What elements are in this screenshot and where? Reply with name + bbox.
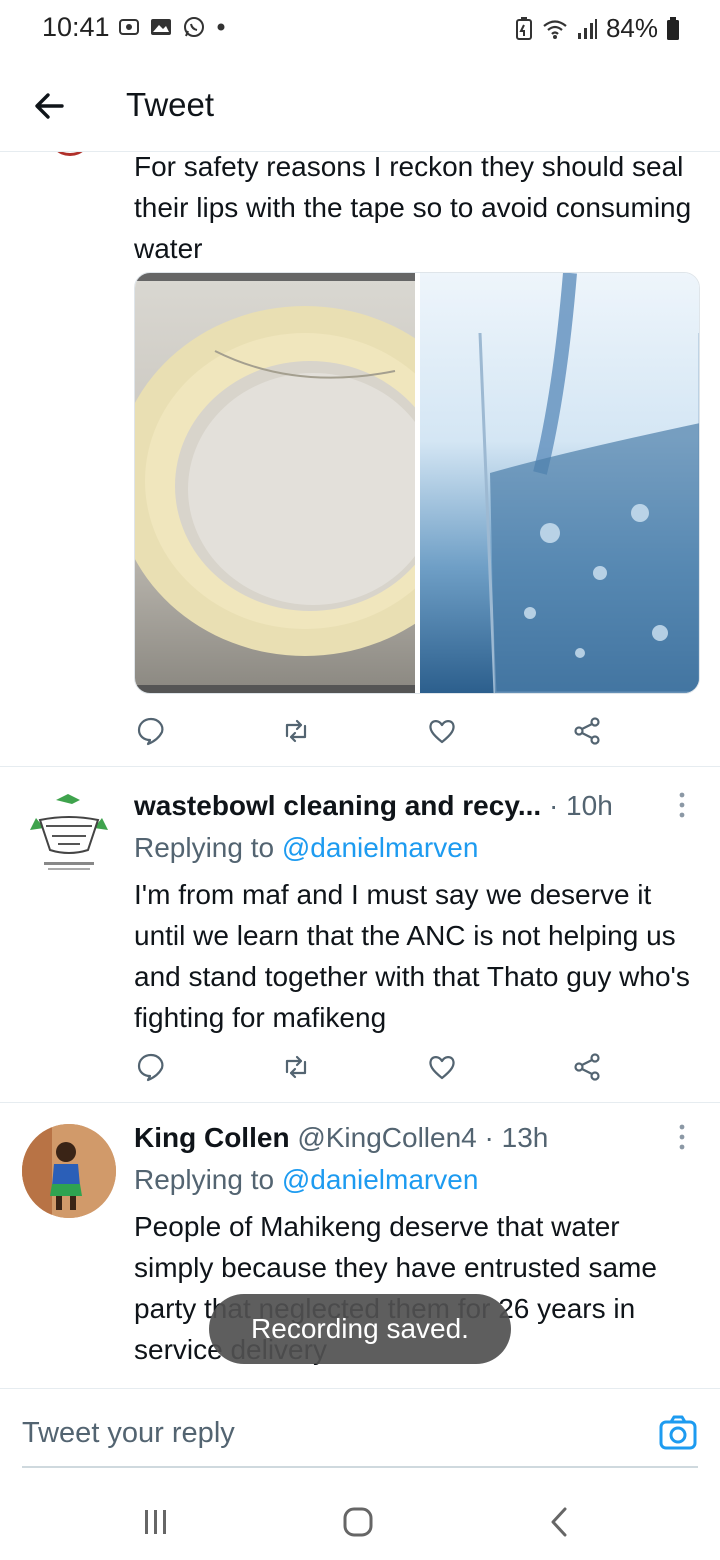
divider: [0, 766, 720, 767]
tape-image[interactable]: [135, 273, 415, 693]
battery-saver-icon: [515, 16, 532, 40]
page-title: Tweet: [126, 86, 215, 123]
reply-button[interactable]: [134, 1050, 168, 1084]
reply-button[interactable]: [134, 714, 168, 748]
like-button[interactable]: [425, 714, 459, 748]
more-options-icon[interactable]: [672, 1122, 692, 1156]
author-meta: · 10h: [548, 790, 613, 821]
divider: [0, 1102, 720, 1103]
share-icon: [574, 717, 600, 745]
heart-icon: [429, 720, 455, 744]
reply-input[interactable]: Tweet your reply: [22, 1417, 235, 1450]
reply-text: I'm from maf and I must say we deserve i…: [134, 879, 690, 1033]
mention-link[interactable]: @danielmarven: [282, 832, 479, 863]
retweet-icon: [286, 719, 307, 743]
home-icon[interactable]: [338, 1502, 378, 1542]
status-time: 10:41: [42, 12, 110, 42]
retweet-button[interactable]: [279, 714, 313, 748]
camera-icon[interactable]: [658, 1413, 698, 1453]
back-nav-icon[interactable]: [540, 1502, 580, 1542]
status-bar: 10:41 84%: [0, 0, 720, 56]
top-app-bar: Tweet: [0, 56, 720, 152]
reply-actions: [134, 1050, 604, 1090]
mention-link[interactable]: @danielmarven: [282, 1164, 479, 1195]
toast: Recording saved.: [209, 1294, 511, 1364]
system-nav-bar: [0, 1478, 720, 1560]
avatar[interactable]: [22, 1124, 116, 1218]
comment-icon: [137, 1053, 164, 1082]
reply-composer: Tweet your reply: [0, 1388, 720, 1478]
composer-underline: [22, 1466, 698, 1468]
replying-label: Replying to: [134, 1164, 282, 1195]
tweet-media[interactable]: [134, 272, 700, 694]
dot-icon: [217, 23, 225, 31]
reply-header: King Collen @KingCollen4 · 13h: [134, 1122, 674, 1154]
retweet-button[interactable]: [279, 1050, 313, 1084]
like-button[interactable]: [425, 1050, 459, 1084]
recent-apps-icon[interactable]: [136, 1502, 176, 1542]
author-avatar[interactable]: [48, 152, 92, 156]
author-meta: @KingCollen4 · 13h: [289, 1122, 549, 1153]
comment-icon: [137, 717, 164, 746]
wifi-icon: [543, 19, 567, 39]
battery-percent: 84%: [605, 13, 658, 43]
notification-icons: [118, 15, 226, 39]
water-glass-image[interactable]: [420, 273, 699, 693]
main-tweet-text: For safety reasons I reckon they should …: [134, 152, 692, 264]
main-tweet-actions: [134, 714, 604, 754]
tweet-thread[interactable]: For safety reasons I reckon they should …: [0, 152, 720, 1388]
battery-icon: [667, 16, 679, 40]
replying-to: Replying to @danielmarven: [134, 1164, 478, 1196]
share-icon: [574, 1053, 600, 1081]
share-button[interactable]: [570, 1050, 604, 1084]
back-arrow-icon[interactable]: [28, 84, 72, 128]
replying-label: Replying to: [134, 832, 282, 863]
heart-icon: [429, 1056, 455, 1080]
reply-header: wastebowl cleaning and recy... · 10h: [134, 790, 674, 822]
more-options-icon[interactable]: [672, 790, 692, 824]
author-name[interactable]: King Collen: [134, 1122, 290, 1153]
replying-to: Replying to @danielmarven: [134, 832, 478, 864]
whatsapp-icon: [184, 17, 204, 37]
retweet-icon: [286, 1055, 307, 1079]
signal-icon: [577, 18, 597, 39]
screen-record-icon: [119, 19, 139, 35]
share-button[interactable]: [570, 714, 604, 748]
author-name[interactable]: wastebowl cleaning and recy...: [134, 790, 541, 821]
gallery-icon: [151, 19, 171, 35]
avatar[interactable]: [22, 790, 116, 884]
system-icons: 84%: [514, 13, 680, 44]
